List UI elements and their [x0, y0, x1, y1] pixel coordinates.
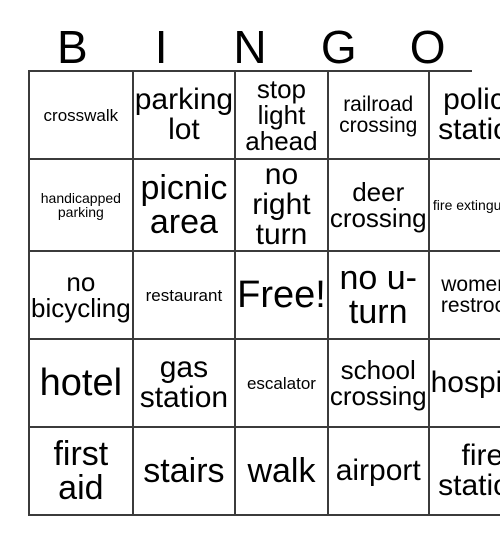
- bingo-cell-label: hotel: [39, 362, 123, 404]
- bingo-cell-label: no u-turn: [339, 259, 417, 331]
- bingo-cell[interactable]: police station: [429, 72, 500, 160]
- bingo-cell-label: fire extinguisher: [432, 197, 500, 213]
- bingo-cell[interactable]: crosswalk: [30, 72, 134, 160]
- bingo-card: B I N G O crosswalk parking lot stop lig…: [0, 0, 500, 544]
- header-letter-text: O: [409, 21, 446, 73]
- bingo-cell-label: fire station: [438, 439, 500, 502]
- bingo-cell-label: stop light ahead: [245, 74, 318, 156]
- header-letter-text: I: [154, 21, 168, 73]
- bingo-header-letter-i: I: [117, 12, 206, 70]
- bingo-cell-label: picnic area: [140, 169, 228, 241]
- bingo-header-letter-n: N: [206, 12, 295, 70]
- bingo-cell-label: stairs: [143, 452, 225, 490]
- header-letter-text: N: [233, 21, 267, 73]
- bingo-cell[interactable]: airport: [328, 428, 430, 516]
- bingo-cell[interactable]: first aid: [30, 428, 134, 516]
- bingo-header-letter-b: B: [28, 12, 117, 70]
- bingo-cell[interactable]: escalator: [236, 340, 329, 428]
- bingo-cell-label: handicapped parking: [40, 190, 121, 220]
- bingo-cell[interactable]: no u-turn: [328, 252, 430, 340]
- bingo-cell-label: police station: [438, 83, 500, 146]
- bingo-cell-label: walk: [247, 452, 316, 490]
- bingo-cell[interactable]: no bicycling: [30, 252, 134, 340]
- bingo-cell[interactable]: women's restroom: [429, 252, 500, 340]
- bingo-cell[interactable]: hotel: [30, 340, 134, 428]
- bingo-cell[interactable]: deer crossing: [328, 160, 430, 252]
- bingo-cell[interactable]: walk: [236, 428, 329, 516]
- bingo-cell[interactable]: parking lot: [133, 72, 237, 160]
- bingo-grid: crosswalk parking lot stop light ahead r…: [28, 70, 500, 516]
- bingo-cell[interactable]: gas station: [133, 340, 237, 428]
- bingo-cell[interactable]: no right turn: [236, 160, 329, 252]
- bingo-cell-label: hospital: [430, 366, 500, 399]
- bingo-header-letter-g: G: [294, 12, 383, 70]
- bingo-cell-label: deer crossing: [329, 177, 427, 233]
- bingo-cell-label: parking lot: [134, 83, 234, 146]
- bingo-cell-label: gas station: [139, 351, 229, 414]
- bingo-cell-label: no bicycling: [31, 267, 131, 323]
- bingo-cell[interactable]: stairs: [133, 428, 237, 516]
- bingo-cell-label: crosswalk: [43, 105, 119, 125]
- bingo-cell-label: escalator: [246, 373, 316, 393]
- bingo-cell-label: railroad crossing: [339, 93, 418, 137]
- bingo-cell-label: school crossing: [329, 355, 427, 411]
- bingo-cell-label: airport: [335, 454, 421, 487]
- bingo-header: B I N G O: [28, 12, 472, 70]
- bingo-cell[interactable]: fire extinguisher: [429, 160, 500, 252]
- bingo-cell-label: women's restroom: [440, 273, 500, 317]
- bingo-cell-label: restaurant: [145, 285, 223, 305]
- bingo-cell-free[interactable]: Free!: [236, 252, 329, 340]
- header-letter-text: B: [57, 21, 88, 73]
- bingo-cell[interactable]: restaurant: [133, 252, 237, 340]
- bingo-cell[interactable]: stop light ahead: [236, 72, 329, 160]
- bingo-cell[interactable]: railroad crossing: [328, 72, 430, 160]
- bingo-cell-label: no right turn: [252, 158, 311, 251]
- bingo-cell-label: Free!: [237, 274, 326, 316]
- bingo-cell[interactable]: fire station: [429, 428, 500, 516]
- header-letter-text: G: [320, 21, 357, 73]
- bingo-header-letter-o: O: [383, 12, 472, 70]
- bingo-cell[interactable]: school crossing: [328, 340, 430, 428]
- bingo-cell-label: first aid: [53, 435, 109, 507]
- bingo-cell[interactable]: handicapped parking: [30, 160, 134, 252]
- bingo-cell[interactable]: picnic area: [133, 160, 237, 252]
- bingo-cell[interactable]: hospital: [429, 340, 500, 428]
